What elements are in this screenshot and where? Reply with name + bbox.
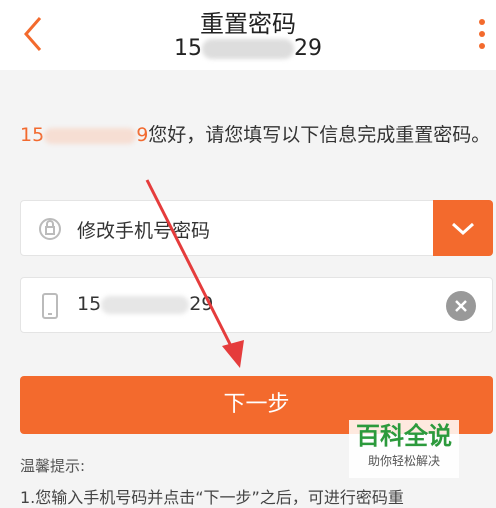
annotation-arrow <box>145 179 244 368</box>
